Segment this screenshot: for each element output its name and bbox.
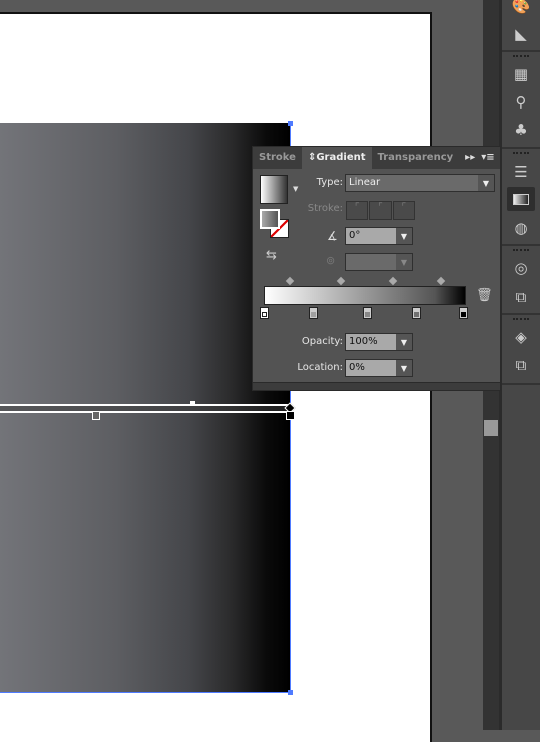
panel-dock: 🎨 ◣ ▦ ⚲ ♣ ☰ ◍ ◎ ⧉ ◈ ⧉ xyxy=(502,0,540,730)
tab-stroke[interactable]: Stroke xyxy=(253,147,302,169)
gradient-annotator[interactable] xyxy=(0,404,290,413)
symbols-icon[interactable]: ♣ xyxy=(507,118,535,142)
type-select[interactable]: Linear ▼ xyxy=(345,174,495,192)
gradient-preview-swatch[interactable] xyxy=(260,175,288,204)
angle-value: 0° xyxy=(349,230,361,241)
gradient-slider[interactable] xyxy=(264,286,466,305)
gradient-stop[interactable] xyxy=(459,307,468,319)
reverse-gradient-icon[interactable]: ⇆ xyxy=(266,248,277,263)
layers-icon[interactable]: ◈ xyxy=(507,325,535,349)
angle-field[interactable]: 0° ▼ xyxy=(345,227,413,245)
appearance-icon[interactable]: ◎ xyxy=(507,256,535,280)
stroke-across-button: ⌜ xyxy=(392,201,415,220)
brushes-icon[interactable]: ⚲ xyxy=(507,90,535,114)
gradient-stop[interactable] xyxy=(309,307,318,319)
type-value: Linear xyxy=(349,177,381,188)
gradient-icon[interactable] xyxy=(507,187,535,211)
type-label: Type: xyxy=(316,177,343,188)
graphic-styles-icon[interactable]: ⧉ xyxy=(507,285,535,309)
gradient-stop[interactable] xyxy=(412,307,421,319)
midpoint-diamond[interactable] xyxy=(336,276,346,286)
annotator-stop[interactable] xyxy=(286,411,295,420)
panel-resize-bar[interactable] xyxy=(253,382,500,390)
tab-transparency[interactable]: Transparency xyxy=(372,147,460,169)
stroke-label: Stroke: xyxy=(307,203,343,214)
opacity-label: Opacity: xyxy=(301,336,343,347)
selection-handle[interactable] xyxy=(288,121,293,126)
selection-handle[interactable] xyxy=(288,690,293,695)
stroke-icon[interactable]: ☰ xyxy=(507,160,535,184)
gradient-stop[interactable] xyxy=(363,307,372,319)
tab-gradient[interactable]: ⇕Gradient xyxy=(301,147,372,169)
aspect-ratio-icon: ⊚ xyxy=(326,254,336,267)
swatches-icon[interactable]: ▦ xyxy=(507,62,535,86)
fill-swatch[interactable] xyxy=(260,209,280,229)
location-value: 0% xyxy=(349,362,365,373)
collapse-icon[interactable]: ▸▸ xyxy=(465,152,475,164)
aspect-ratio-field: ▼ xyxy=(345,253,413,271)
location-field[interactable]: 0% ▼ xyxy=(345,359,413,377)
gradient-stop[interactable] xyxy=(260,307,269,319)
midpoint-diamond[interactable] xyxy=(285,276,295,286)
artboards-icon[interactable]: ⧉ xyxy=(507,353,535,377)
transparency-icon[interactable]: ◍ xyxy=(507,216,535,240)
midpoint-diamond[interactable] xyxy=(436,276,446,286)
color-icon[interactable]: ◣ xyxy=(507,22,535,46)
gradient-panel: Stroke ⇕Gradient Transparency ▸▸ ▾≡ ▼ ⇆ T… xyxy=(252,146,501,391)
scrollbar-thumb[interactable] xyxy=(484,420,498,436)
location-label: Location: xyxy=(297,362,343,373)
stroke-within-button: ⌜ xyxy=(346,201,369,220)
tab-gradient-label: Gradient xyxy=(316,152,366,163)
annotator-midpoint[interactable] xyxy=(190,401,195,406)
color-guide-icon[interactable]: 🎨 xyxy=(507,0,535,18)
opacity-value: 100% xyxy=(349,336,378,347)
midpoint-diamond[interactable] xyxy=(388,276,398,286)
panel-menu-icon[interactable]: ▾≡ xyxy=(481,152,494,164)
annotator-stop[interactable] xyxy=(92,411,100,420)
stroke-gradient-buttons: ⌜ ⌜ ⌜ xyxy=(346,201,415,220)
angle-icon: ∡ xyxy=(327,229,338,243)
opacity-field[interactable]: 100% ▼ xyxy=(345,333,413,351)
delete-stop-icon[interactable]: 🗑 xyxy=(476,288,493,303)
stroke-along-button: ⌜ xyxy=(369,201,392,220)
